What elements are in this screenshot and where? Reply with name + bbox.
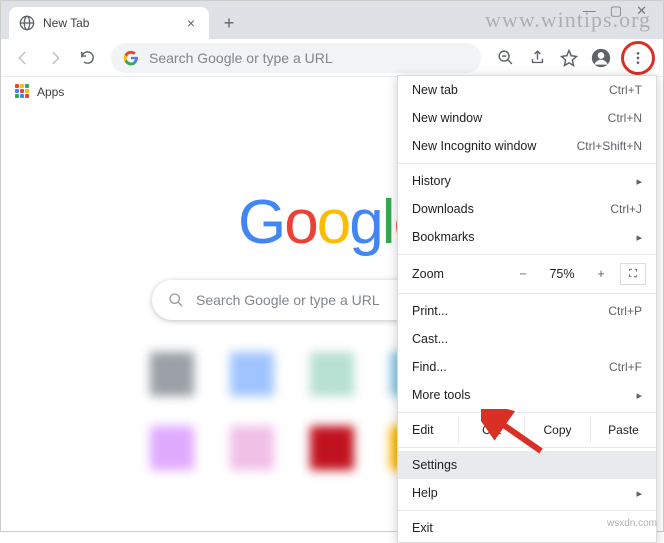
- globe-icon: [19, 15, 35, 31]
- share-icon[interactable]: [523, 44, 551, 72]
- tab-strip: New Tab × +: [1, 1, 663, 39]
- menu-item-print[interactable]: Print... Ctrl+P: [398, 297, 656, 325]
- menu-item-new-window[interactable]: New window Ctrl+N: [398, 104, 656, 132]
- menu-separator: [398, 412, 656, 413]
- menu-shortcut: Ctrl+J: [610, 202, 642, 216]
- shortcut-tile[interactable]: [304, 420, 360, 476]
- menu-label: New tab: [412, 83, 458, 97]
- omnibox-placeholder: Search Google or type a URL: [149, 50, 333, 66]
- new-tab-button[interactable]: +: [215, 9, 243, 37]
- zoom-value: 75%: [542, 267, 582, 281]
- menu-shortcut: Ctrl+P: [608, 304, 642, 318]
- menu-item-settings[interactable]: Settings: [398, 451, 656, 479]
- google-icon: [123, 50, 139, 66]
- menu-item-help[interactable]: Help ▸: [398, 479, 656, 507]
- menu-label: Find...: [412, 360, 447, 374]
- menu-shortcut: Ctrl+F: [609, 360, 642, 374]
- menu-shortcut: Ctrl+Shift+N: [577, 139, 642, 153]
- zoom-in-button[interactable]: +: [590, 267, 612, 281]
- menu-item-new-tab[interactable]: New tab Ctrl+T: [398, 76, 656, 104]
- menu-label: Zoom: [412, 267, 504, 281]
- menu-label: More tools: [412, 388, 470, 402]
- apps-label[interactable]: Apps: [37, 85, 64, 99]
- toolbar: Search Google or type a URL: [1, 39, 663, 77]
- browser-tab[interactable]: New Tab ×: [9, 7, 209, 39]
- menu-item-history[interactable]: History ▸: [398, 167, 656, 195]
- menu-item-more-tools[interactable]: More tools ▸: [398, 381, 656, 409]
- shortcut-tile[interactable]: [304, 346, 360, 402]
- menu-label: History: [412, 174, 451, 188]
- menu-button-highlight: [621, 41, 655, 75]
- forward-button[interactable]: [41, 44, 69, 72]
- menu-item-find[interactable]: Find... Ctrl+F: [398, 353, 656, 381]
- menu-separator: [398, 510, 656, 511]
- back-button[interactable]: [9, 44, 37, 72]
- shortcut-tile[interactable]: [144, 420, 200, 476]
- cut-button[interactable]: Cut: [458, 416, 524, 444]
- menu-item-zoom: Zoom − 75% + ⛶: [398, 258, 656, 290]
- omnibox[interactable]: Search Google or type a URL: [111, 43, 481, 73]
- maximize-icon[interactable]: ▢: [610, 3, 622, 19]
- menu-item-new-incognito[interactable]: New Incognito window Ctrl+Shift+N: [398, 132, 656, 160]
- chevron-right-icon: ▸: [636, 175, 642, 188]
- chevron-right-icon: ▸: [636, 231, 642, 244]
- chevron-right-icon: ▸: [636, 487, 642, 500]
- menu-label: Bookmarks: [412, 230, 475, 244]
- star-icon[interactable]: [555, 44, 583, 72]
- search-icon: [168, 292, 184, 308]
- menu-label: Edit: [398, 416, 458, 444]
- menu-label: Cast...: [412, 332, 448, 346]
- copy-button[interactable]: Copy: [524, 416, 590, 444]
- menu-label: Settings: [412, 458, 457, 472]
- menu-shortcut: Ctrl+N: [608, 111, 642, 125]
- menu-item-exit[interactable]: Exit: [398, 514, 656, 542]
- menu-separator: [398, 163, 656, 164]
- chevron-right-icon: ▸: [636, 389, 642, 402]
- zoom-indicator-icon[interactable]: [491, 44, 519, 72]
- minimize-icon[interactable]: —: [583, 3, 596, 19]
- menu-label: Print...: [412, 304, 448, 318]
- menu-shortcut: Ctrl+T: [609, 83, 642, 97]
- reload-button[interactable]: [73, 44, 101, 72]
- menu-label: Help: [412, 486, 438, 500]
- ntp-search-placeholder: Search Google or type a URL: [196, 292, 380, 308]
- menu-item-cast[interactable]: Cast...: [398, 325, 656, 353]
- menu-item-bookmarks[interactable]: Bookmarks ▸: [398, 223, 656, 251]
- window-controls: — ▢ ✕: [583, 3, 647, 19]
- fullscreen-button[interactable]: ⛶: [620, 263, 646, 285]
- menu-separator: [398, 254, 656, 255]
- zoom-out-button[interactable]: −: [512, 267, 534, 281]
- profile-icon[interactable]: [587, 44, 615, 72]
- menu-label: New window: [412, 111, 482, 125]
- window-close-icon[interactable]: ✕: [636, 3, 647, 19]
- menu-item-edit: Edit Cut Copy Paste: [398, 416, 656, 444]
- shortcut-tile[interactable]: [224, 346, 280, 402]
- menu-button[interactable]: [624, 44, 652, 72]
- menu-separator: [398, 447, 656, 448]
- menu-label: Exit: [412, 521, 433, 535]
- menu-separator: [398, 293, 656, 294]
- shortcut-tile[interactable]: [144, 346, 200, 402]
- chrome-menu: New tab Ctrl+T New window Ctrl+N New Inc…: [397, 75, 657, 543]
- menu-item-downloads[interactable]: Downloads Ctrl+J: [398, 195, 656, 223]
- shortcut-tile[interactable]: [224, 420, 280, 476]
- tab-title: New Tab: [43, 16, 175, 30]
- menu-label: New Incognito window: [412, 139, 536, 153]
- paste-button[interactable]: Paste: [590, 416, 656, 444]
- menu-label: Downloads: [412, 202, 474, 216]
- close-icon[interactable]: ×: [183, 15, 199, 31]
- apps-icon[interactable]: [15, 84, 31, 100]
